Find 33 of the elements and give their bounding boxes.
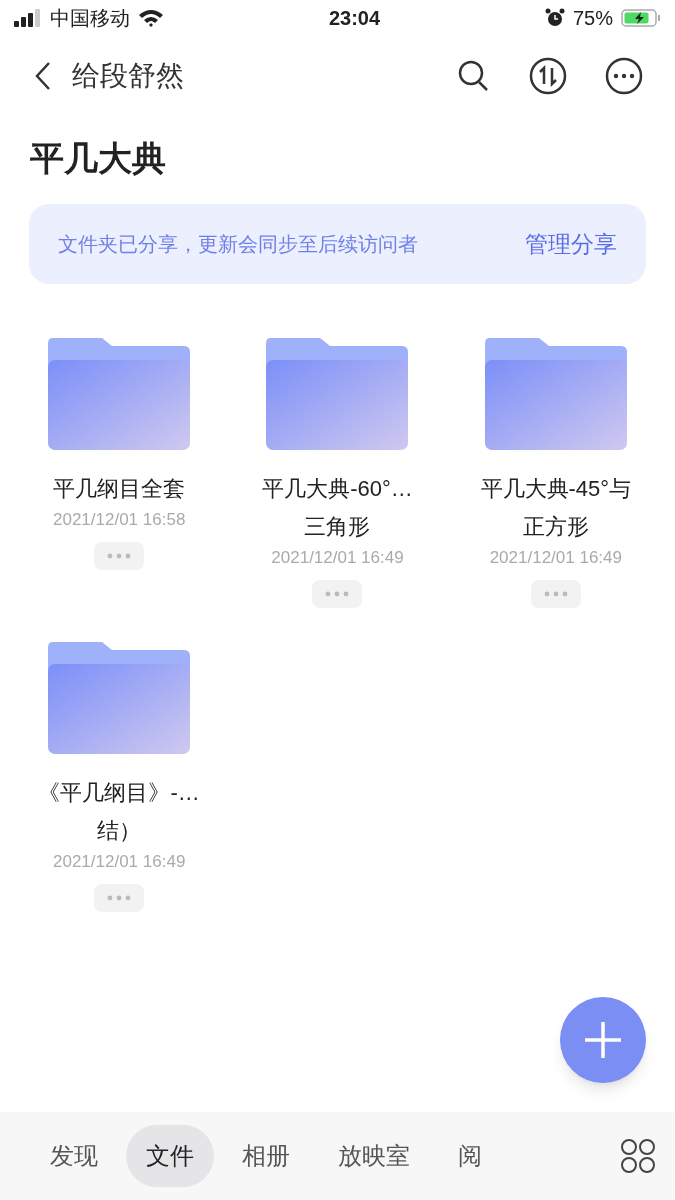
tab[interactable]: 发现 [30,1125,118,1187]
folder-name[interactable]: 《平几纲目》-…结） [34,774,205,850]
more-dots-icon [543,591,568,597]
more-dots-icon [107,895,132,901]
folder-date: 2021/12/01 16:49 [489,547,622,569]
plus-icon [584,1021,622,1059]
tab[interactable]: 阅 [438,1125,502,1187]
folder-date: 2021/12/01 16:49 [271,547,404,569]
battery-percent: 75% [572,6,613,31]
alarm-icon [544,8,565,28]
tab[interactable]: 文件 [126,1125,214,1187]
signal-icon [14,9,42,27]
tab[interactable]: 相册 [222,1125,310,1187]
back-icon[interactable] [34,61,52,91]
folder-name[interactable]: 平几纲目全套 [34,470,205,508]
more-dots-icon [107,553,132,559]
nav-title: 给段舒然 [72,59,184,93]
share-message: 文件夹已分享，更新会同步至后续访问者 [58,232,418,257]
folder-name[interactable]: 平几大典-60°…三角形 [252,470,423,546]
battery-icon [621,8,661,28]
wifi-icon [138,8,164,28]
grid-icon[interactable] [620,1138,656,1174]
sort-icon[interactable] [529,57,567,95]
folder-date: 2021/12/01 16:58 [53,509,186,531]
clock-time: 23:04 [328,6,381,31]
manage-share-link[interactable]: 管理分享 [525,226,617,262]
tab[interactable]: 放映室 [318,1125,430,1187]
more-dots-icon [325,591,350,597]
more-icon[interactable] [605,57,643,95]
page-heading: 平几大典 [29,138,167,179]
folder-name[interactable]: 平几大典-45°与正方形 [470,470,641,546]
folder-date: 2021/12/01 16:49 [53,851,186,873]
carrier-name: 中国移动 [50,6,130,31]
